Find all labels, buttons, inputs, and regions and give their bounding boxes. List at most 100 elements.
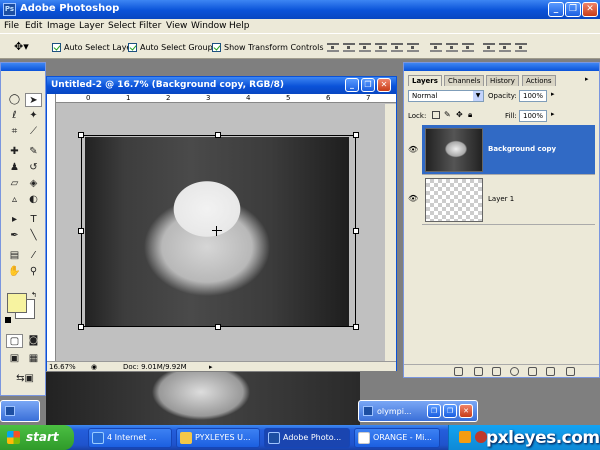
vertical-scrollbar[interactable] [385, 104, 396, 361]
layer-row[interactable]: Layer 1 [422, 175, 595, 225]
eyedropper-icon[interactable]: ⁄ [25, 249, 42, 263]
distribute-vcenter-icon[interactable] [446, 43, 458, 52]
distribute-right-icon[interactable] [515, 43, 527, 52]
status-menu-arrow-icon[interactable]: ▸ [209, 363, 213, 371]
marquee-tool-icon[interactable]: ◯ [6, 93, 23, 107]
fill-slider-arrow-icon[interactable]: ▸ [551, 110, 555, 118]
close-button[interactable]: ✕ [459, 404, 473, 418]
align-top-icon[interactable] [327, 43, 339, 52]
opacity-input[interactable]: 100% [519, 90, 547, 102]
lasso-tool-icon[interactable]: ℓ [6, 109, 23, 123]
opacity-slider-arrow-icon[interactable]: ▸ [551, 90, 555, 98]
status-bar-icon[interactable]: ◉ [91, 363, 97, 371]
new-group-icon[interactable] [528, 367, 537, 376]
menu-image[interactable]: Image [47, 21, 75, 31]
notes-tool-icon[interactable]: ▤ [6, 249, 23, 263]
doc-minimize-button[interactable]: _ [345, 78, 359, 92]
trash-icon[interactable] [566, 367, 575, 376]
dodge-tool-icon[interactable]: ◐ [25, 193, 42, 207]
menu-window[interactable]: Window [191, 21, 227, 31]
menu-edit[interactable]: Edit [25, 21, 42, 31]
lock-transparency-icon[interactable] [432, 111, 440, 119]
transform-handle[interactable] [78, 228, 84, 234]
visibility-eye-icon[interactable]: 👁︎ [408, 194, 418, 203]
history-brush-icon[interactable]: ↺ [25, 161, 42, 175]
move-tool-icon[interactable]: ✥▾ [14, 40, 29, 53]
standard-mode-icon[interactable]: ▢ [6, 334, 23, 348]
distribute-hcenter-icon[interactable] [499, 43, 511, 52]
menu-select[interactable]: Select [108, 21, 136, 31]
screen-mode-full-icon[interactable]: ▦ [25, 352, 42, 366]
doc-close-button[interactable]: ✕ [377, 78, 391, 92]
zoom-level[interactable]: 16.67% [49, 363, 76, 371]
blur-tool-icon[interactable]: ▵ [6, 193, 23, 207]
slice-tool-icon[interactable]: ⟋ [25, 125, 42, 139]
restore-button[interactable]: ❐ [427, 404, 441, 418]
tab-history[interactable]: History [486, 75, 519, 86]
align-left-icon[interactable] [375, 43, 387, 52]
lock-all-icon[interactable]: 🔒︎ [468, 110, 472, 120]
crop-tool-icon[interactable]: ⌗ [6, 125, 23, 139]
layers-palette-header[interactable] [404, 63, 599, 71]
canvas-area[interactable] [57, 104, 396, 361]
auto-select-layer-checkbox[interactable]: Auto Select Layer [52, 42, 135, 52]
auto-select-groups-checkbox[interactable]: Auto Select Groups [128, 42, 217, 52]
link-layers-icon[interactable] [454, 367, 463, 376]
align-vcenter-icon[interactable] [343, 43, 355, 52]
move-tool-icon[interactable]: ➤ [25, 93, 42, 107]
line-tool-icon[interactable]: ╲ [25, 229, 42, 243]
transform-handle[interactable] [353, 324, 359, 330]
transform-handle[interactable] [78, 132, 84, 138]
minimized-window[interactable] [0, 400, 40, 422]
taskbar-item-orange[interactable]: ORANGE - Mi... [354, 428, 440, 448]
restore-button[interactable]: ❐ [565, 2, 581, 17]
taskbar-item-internet[interactable]: 4 Internet ... [88, 428, 172, 448]
tray-icon[interactable] [459, 431, 471, 443]
default-colors-icon[interactable] [5, 317, 11, 323]
distribute-top-icon[interactable] [430, 43, 442, 52]
visibility-eye-icon[interactable]: 👁︎ [408, 145, 418, 154]
reference-point-icon[interactable] [212, 226, 222, 236]
swap-colors-icon[interactable]: ↰ [31, 291, 37, 299]
app-title-bar[interactable]: Ps Adobe Photoshop _ ❐ ✕ [0, 0, 600, 19]
type-tool-icon[interactable]: T [25, 213, 42, 227]
layer-row[interactable]: Background copy [422, 125, 595, 175]
taskbar-item-photoshop[interactable]: Adobe Photo... [264, 428, 350, 448]
transform-handle[interactable] [215, 132, 221, 138]
tab-actions[interactable]: Actions [522, 75, 556, 86]
transform-handle[interactable] [215, 324, 221, 330]
distribute-left-icon[interactable] [483, 43, 495, 52]
clone-stamp-icon[interactable]: ♟ [6, 161, 23, 175]
eraser-tool-icon[interactable]: ▱ [6, 177, 23, 191]
foreground-color-swatch[interactable] [7, 293, 27, 313]
lock-move-icon[interactable]: ✥ [456, 110, 463, 119]
palette-menu-icon[interactable]: ▸ [585, 75, 589, 83]
align-right-icon[interactable] [407, 43, 419, 52]
adjustment-layer-icon[interactable] [510, 367, 519, 376]
transform-handle[interactable] [78, 324, 84, 330]
magic-wand-tool-icon[interactable]: ✦ [25, 109, 42, 123]
new-layer-icon[interactable] [546, 367, 555, 376]
tab-layers[interactable]: Layers [408, 75, 442, 86]
doc-restore-button[interactable]: ❐ [361, 78, 375, 92]
zoom-tool-icon[interactable]: ⚲ [25, 265, 42, 279]
menu-layer[interactable]: Layer [79, 21, 104, 31]
menu-help[interactable]: Help [229, 21, 250, 31]
path-selection-icon[interactable]: ▸ [6, 213, 23, 227]
layer-style-icon[interactable] [474, 367, 483, 376]
hand-tool-icon[interactable]: ✋ [6, 265, 23, 279]
layer-mask-icon[interactable] [492, 367, 501, 376]
transform-handle[interactable] [353, 228, 359, 234]
taskbar-item-pyxleyes[interactable]: PYXLEYES U... [176, 428, 260, 448]
menu-file[interactable]: File [4, 21, 19, 31]
align-hcenter-icon[interactable] [391, 43, 403, 52]
brush-tool-icon[interactable]: ✎ [25, 145, 42, 159]
minimized-window-olympic[interactable]: olympi... ❐ ❐ ✕ [358, 400, 478, 422]
menu-filter[interactable]: Filter [139, 21, 161, 31]
distribute-bottom-icon[interactable] [462, 43, 474, 52]
close-button[interactable]: ✕ [582, 2, 598, 17]
jump-to-imageready-icon[interactable]: ⇆▣ [11, 372, 39, 386]
transform-handle[interactable] [353, 132, 359, 138]
quick-mask-icon[interactable]: ◙ [25, 334, 42, 348]
align-bottom-icon[interactable] [359, 43, 371, 52]
